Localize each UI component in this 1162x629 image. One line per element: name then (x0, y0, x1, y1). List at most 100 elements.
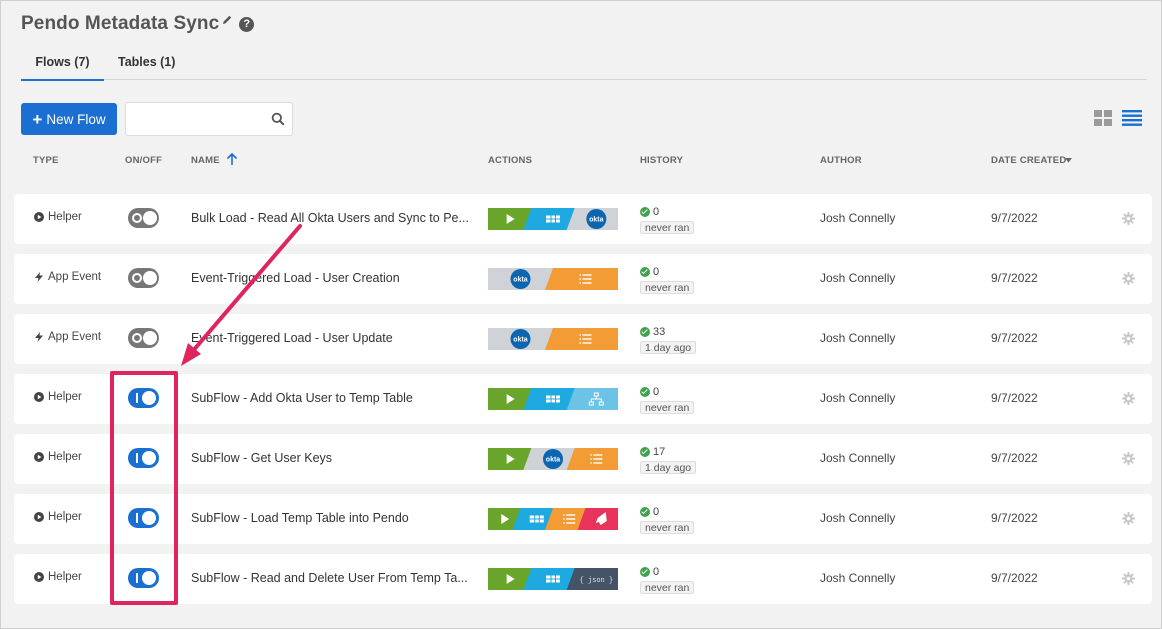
flow-date-created: 9/7/2022 (991, 391, 1038, 405)
lightning-icon (35, 332, 43, 342)
gear-icon[interactable] (1122, 332, 1135, 345)
table-row[interactable]: Helper Bulk Load - Read All Okta Users a… (14, 194, 1152, 244)
flow-actions[interactable]: { json } (488, 568, 618, 590)
gear-icon[interactable] (1122, 452, 1135, 465)
page-header: Pendo Metadata Sync ? (21, 10, 255, 38)
history-count: 0 (653, 386, 660, 398)
table-icon (546, 215, 560, 223)
edit-pencil-icon[interactable] (221, 14, 233, 26)
svg-text:okta: okta (513, 337, 528, 344)
grid-view-icon[interactable] (1094, 110, 1112, 126)
flow-type-label: Helper (48, 391, 82, 403)
play-circle-icon (34, 392, 44, 402)
lightning-icon (35, 272, 43, 282)
table-row[interactable]: Helper SubFlow - Get User Keys okta 17 1… (14, 434, 1152, 484)
column-date-created[interactable]: DATE CREATED (991, 155, 1066, 166)
flow-author: Josh Connelly (820, 271, 896, 285)
flow-actions[interactable]: okta (488, 448, 618, 470)
success-check-icon (640, 387, 650, 397)
on-off-toggle[interactable] (128, 268, 159, 288)
flow-actions[interactable]: okta (488, 328, 618, 350)
table-row[interactable]: App Event Event-Triggered Load - User Cr… (14, 254, 1152, 304)
list-view-icon[interactable] (1122, 110, 1142, 126)
flow-history: 0 never ran (640, 266, 695, 296)
history-status-badge: never ran (640, 221, 695, 234)
flow-name[interactable]: SubFlow - Add Okta User to Temp Table (191, 391, 476, 405)
flow-author: Josh Connelly (820, 391, 896, 405)
tab-bar: Flows (7) Tables (1) (21, 45, 1147, 81)
flow-author: Josh Connelly (820, 331, 896, 345)
play-circle-icon (34, 572, 44, 582)
table-row[interactable]: Helper SubFlow - Add Okta User to Temp T… (14, 374, 1152, 424)
action-card-tree[interactable] (566, 388, 618, 410)
flow-author: Josh Connelly (820, 511, 896, 525)
history-status-badge: never ran (640, 521, 695, 534)
flow-name[interactable]: Bulk Load - Read All Okta Users and Sync… (191, 211, 476, 225)
column-onoff[interactable]: ON/OFF (125, 155, 162, 166)
column-name[interactable]: NAME (191, 155, 220, 166)
gear-icon[interactable] (1122, 272, 1135, 285)
action-card-list[interactable] (545, 268, 618, 290)
flow-type: Helper (34, 391, 82, 403)
flow-name[interactable]: SubFlow - Read and Delete User From Temp… (191, 571, 476, 585)
sort-descending-caret-icon[interactable] (1065, 158, 1072, 163)
flow-date-created: 9/7/2022 (991, 331, 1038, 345)
okta-logo: okta (543, 449, 563, 469)
on-off-toggle[interactable] (128, 208, 159, 228)
flow-actions[interactable]: okta (488, 208, 618, 230)
gear-icon[interactable] (1122, 392, 1135, 405)
action-card-list[interactable] (566, 448, 618, 470)
flow-type-label: Helper (48, 451, 82, 463)
gear-icon[interactable] (1122, 212, 1135, 225)
flow-date-created: 9/7/2022 (991, 211, 1038, 225)
search-box (125, 102, 293, 136)
search-input[interactable] (132, 104, 272, 134)
on-off-toggle[interactable] (128, 328, 159, 348)
flow-author: Josh Connelly (820, 211, 896, 225)
flow-actions[interactable] (488, 508, 618, 530)
flow-name[interactable]: Event-Triggered Load - User Creation (191, 271, 476, 285)
action-card-json[interactable]: { json } (566, 568, 618, 590)
history-status-badge: never ran (640, 401, 695, 414)
column-history[interactable]: HISTORY (640, 155, 683, 166)
table-row[interactable]: Helper SubFlow - Read and Delete User Fr… (14, 554, 1152, 604)
history-count: 17 (653, 446, 666, 458)
svg-text:okta: okta (546, 457, 561, 464)
new-flow-button[interactable]: + New Flow (21, 103, 117, 135)
flow-type: Helper (34, 211, 82, 223)
flow-name[interactable]: Event-Triggered Load - User Update (191, 331, 476, 345)
flow-name[interactable]: SubFlow - Load Temp Table into Pendo (191, 511, 476, 525)
page-title: Pendo Metadata Sync (21, 13, 220, 34)
history-count: 0 (653, 506, 660, 518)
flow-author: Josh Connelly (820, 451, 896, 465)
flow-type: Helper (34, 511, 82, 523)
action-card-list[interactable] (545, 328, 618, 350)
search-icon[interactable] (271, 112, 285, 126)
flow-name[interactable]: SubFlow - Get User Keys (191, 451, 476, 465)
column-author[interactable]: AUTHOR (820, 155, 862, 166)
column-actions: ACTIONS (488, 155, 533, 166)
sort-ascending-icon[interactable] (226, 152, 238, 166)
history-status-badge: 1 day ago (640, 341, 697, 354)
flow-actions[interactable] (488, 388, 618, 410)
flow-type: App Event (34, 271, 101, 283)
okta-logo: okta (510, 329, 531, 349)
gear-icon[interactable] (1122, 572, 1135, 585)
json-icon: { json } (580, 577, 614, 585)
flow-actions[interactable]: okta (488, 268, 618, 290)
gear-icon[interactable] (1122, 512, 1135, 525)
tab-tables[interactable]: Tables (1) (118, 55, 175, 69)
table-row[interactable]: App Event Event-Triggered Load - User Up… (14, 314, 1152, 364)
flow-history: 17 1 day ago (640, 446, 697, 476)
column-type[interactable]: TYPE (33, 155, 59, 166)
help-icon[interactable]: ? (239, 16, 255, 32)
flow-history: 0 never ran (640, 506, 695, 536)
tab-flows[interactable]: Flows (7) (21, 55, 104, 81)
flow-type: Helper (34, 451, 82, 463)
table-row[interactable]: Helper SubFlow - Load Temp Table into Pe… (14, 494, 1152, 544)
success-check-icon (640, 447, 650, 457)
history-count: 0 (653, 266, 660, 278)
history-count: 0 (653, 206, 660, 218)
flow-type-label: Helper (48, 511, 82, 523)
action-card-okta[interactable]: okta (566, 208, 618, 230)
